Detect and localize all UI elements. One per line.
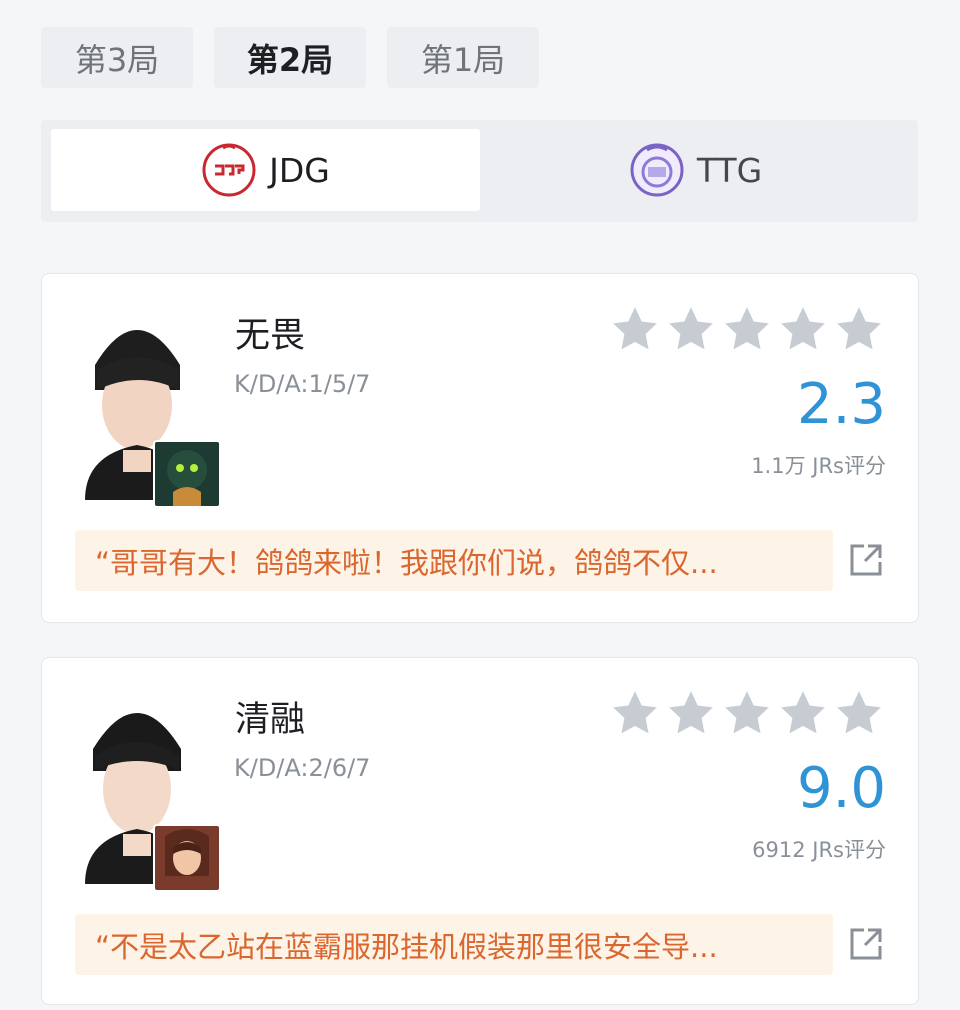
team-switch: JDG TTG	[41, 120, 918, 222]
top-comment[interactable]: “哥哥有大！鸽鸽来啦！我跟你们说，鸽鸽不仅...	[75, 530, 833, 591]
star-icon[interactable]	[666, 304, 716, 354]
player-card[interactable]: 清融 K/D/A:2/6/7 9.0 6912 JRs评分 “不是太乙站在蓝霸服…	[41, 657, 919, 1005]
star-icon[interactable]	[778, 304, 828, 354]
star-icon[interactable]	[834, 688, 884, 738]
player-name: 清融	[235, 700, 306, 740]
star-icon[interactable]	[722, 304, 772, 354]
team-tab-ttg[interactable]: TTG	[481, 129, 910, 211]
star-icon[interactable]	[778, 688, 828, 738]
team-tab-jdg[interactable]: JDG	[51, 129, 480, 211]
player-score: 9.0	[796, 756, 886, 821]
player-kda: K/D/A:2/6/7	[234, 754, 371, 782]
tab-game-1[interactable]: 第1局	[387, 27, 539, 88]
tab-game-3[interactable]: 第3局	[41, 27, 193, 88]
top-comment[interactable]: “不是太乙站在蓝霸服那挂机假装那里很安全导...	[75, 914, 833, 975]
star-icon[interactable]	[610, 304, 660, 354]
ttg-logo-icon	[630, 143, 684, 197]
rating-stars[interactable]	[610, 688, 884, 738]
team-name-ttg: TTG	[696, 150, 763, 190]
hero-icon	[153, 824, 221, 892]
player-kda: K/D/A:1/5/7	[234, 370, 371, 398]
player-score: 2.3	[796, 372, 886, 437]
player-card[interactable]: 无畏 K/D/A:1/5/7 2.3 1.1万 JRs评分 “哥哥有大！鸽鸽来啦…	[41, 273, 919, 623]
jdg-logo-icon	[202, 143, 256, 197]
share-icon[interactable]	[848, 542, 884, 578]
share-icon[interactable]	[848, 926, 884, 962]
player-name: 无畏	[235, 316, 306, 356]
rating-count: 1.1万 JRs评分	[751, 454, 886, 478]
star-icon[interactable]	[834, 304, 884, 354]
star-icon[interactable]	[610, 688, 660, 738]
game-tabs: 第3局 第2局 第1局	[41, 27, 560, 88]
star-icon[interactable]	[722, 688, 772, 738]
rating-count: 6912 JRs评分	[752, 838, 886, 862]
tab-game-2[interactable]: 第2局	[214, 27, 366, 88]
rating-stars[interactable]	[610, 304, 884, 354]
team-name-jdg: JDG	[269, 150, 330, 190]
star-icon[interactable]	[666, 688, 716, 738]
hero-icon	[153, 440, 221, 508]
